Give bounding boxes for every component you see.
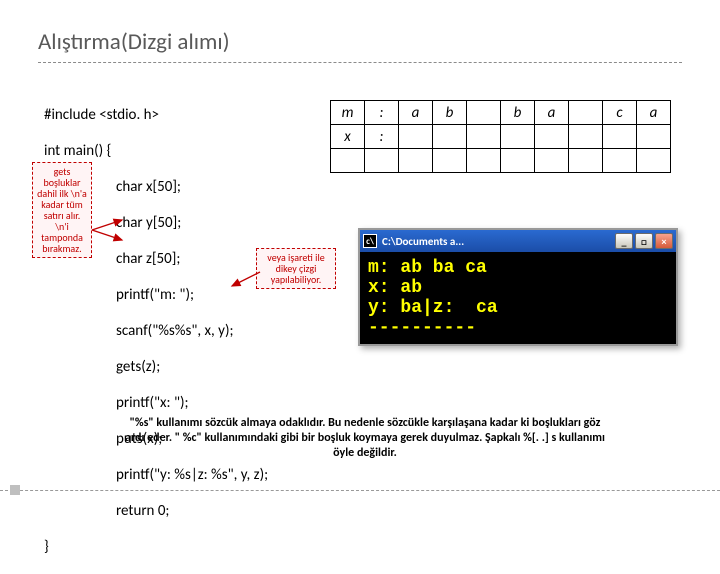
cell xyxy=(501,149,535,173)
page-title: Alıştırma(Dizgi alımı) xyxy=(38,28,230,56)
cell: b xyxy=(433,101,467,125)
note-gets: gets boşluklar dahil ilk \n'a kadar tüm … xyxy=(32,162,92,258)
cell: x xyxy=(331,125,365,149)
cell xyxy=(501,125,535,149)
console-line: ---------- xyxy=(368,318,476,338)
cell: a xyxy=(637,101,671,125)
cell xyxy=(603,149,637,173)
cmd-icon: c\ xyxy=(363,234,377,248)
cell xyxy=(365,149,399,173)
console-titlebar: c\ C:\Documents a... _ □ × xyxy=(360,230,676,252)
cell xyxy=(433,125,467,149)
close-button[interactable]: × xyxy=(655,233,673,249)
bottom-rule xyxy=(0,490,720,491)
cell xyxy=(467,149,501,173)
cell xyxy=(637,125,671,149)
bottom-dot-icon xyxy=(10,485,20,495)
cell xyxy=(467,125,501,149)
code-line: printf("m: "); xyxy=(116,286,268,304)
cell xyxy=(331,149,365,173)
code-line: scanf("%s%s", x, y); xyxy=(116,322,268,340)
cell: a xyxy=(535,101,569,125)
cell xyxy=(433,149,467,173)
cell xyxy=(399,125,433,149)
code-line: #include <stdio. h> xyxy=(44,106,268,124)
input-buffer-table: m : a b b a c a x : xyxy=(330,100,671,173)
cell: : xyxy=(365,101,399,125)
cell: b xyxy=(501,101,535,125)
cell xyxy=(467,101,501,125)
minimize-button[interactable]: _ xyxy=(615,233,633,249)
code-line: } xyxy=(44,538,268,556)
table-row: m : a b b a c a xyxy=(331,101,671,125)
console-window: c\ C:\Documents a... _ □ × m: ab ba ca x… xyxy=(358,228,678,346)
table-row xyxy=(331,149,671,173)
cell xyxy=(535,149,569,173)
console-line: y: ba|z: ca xyxy=(368,298,498,318)
code-line: char y[50]; xyxy=(116,214,268,232)
cell xyxy=(569,101,603,125)
cell xyxy=(569,149,603,173)
code-line: gets(z); xyxy=(116,358,268,376)
code-line: return 0; xyxy=(116,502,268,520)
code-line: printf("x: "); xyxy=(116,394,268,412)
maximize-button[interactable]: □ xyxy=(635,233,653,249)
console-line: m: ab ba ca xyxy=(368,258,487,278)
cell xyxy=(399,149,433,173)
code-line: char z[50]; xyxy=(116,250,268,268)
console-title: C:\Documents a... xyxy=(382,235,464,248)
note-pipe: veya işareti ile dikey çizgi yapılabiliy… xyxy=(256,248,336,289)
cell xyxy=(569,125,603,149)
cell xyxy=(535,125,569,149)
code-line: char x[50]; xyxy=(116,178,268,196)
console-body: m: ab ba ca x: ab y: ba|z: ca ---------- xyxy=(360,252,676,344)
footnote: "%s" kullanımı sözcük almaya odaklıdır. … xyxy=(120,416,610,461)
title-rule xyxy=(38,62,682,63)
console-line: x: ab xyxy=(368,278,422,298)
cell: : xyxy=(365,125,399,149)
code-line: printf("y: %s|z: %s", y, z); xyxy=(116,466,268,484)
cell xyxy=(603,125,637,149)
code-line: int main() { xyxy=(44,142,268,160)
table-row: x : xyxy=(331,125,671,149)
cell: c xyxy=(603,101,637,125)
code-block: #include <stdio. h> int main() { char x[… xyxy=(44,88,268,574)
cell: m xyxy=(331,101,365,125)
cell xyxy=(637,149,671,173)
cell: a xyxy=(399,101,433,125)
